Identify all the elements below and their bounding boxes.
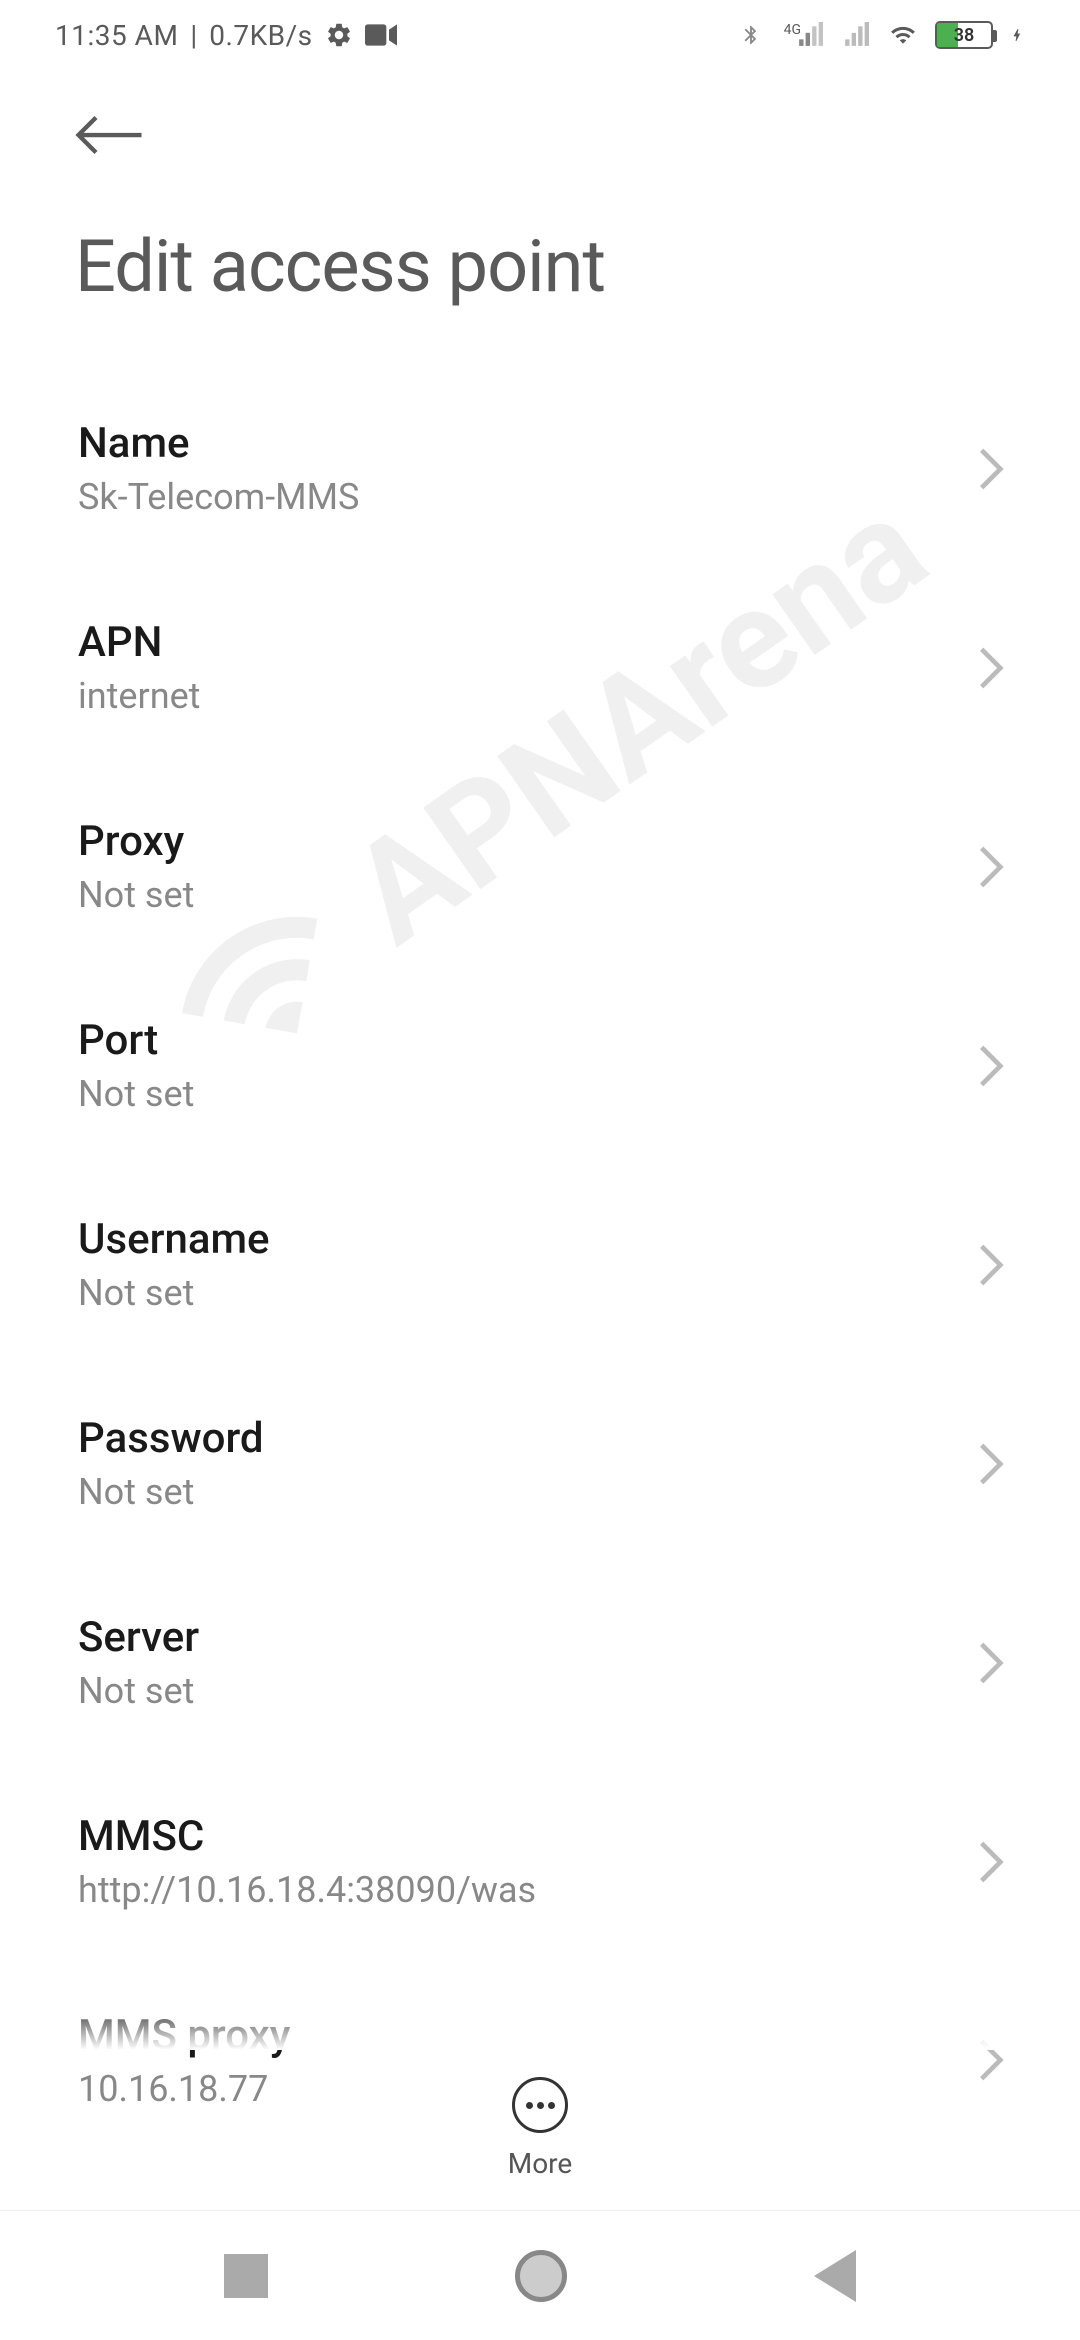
setting-label: Proxy [78, 817, 957, 866]
chevron-right-icon [977, 1440, 1005, 1488]
wifi-icon [887, 22, 919, 48]
settings-list[interactable]: Name Sk-Telecom-MMS APN internet Proxy N… [0, 369, 1080, 2108]
chevron-right-icon [977, 1042, 1005, 1090]
setting-value: internet [78, 675, 957, 717]
setting-label: Server [78, 1613, 957, 1662]
setting-item-apn[interactable]: APN internet [0, 568, 1080, 767]
chevron-right-icon [977, 843, 1005, 891]
battery-pct: 38 [937, 25, 991, 46]
scroll-fade [0, 2000, 1080, 2050]
camera-icon [365, 23, 397, 47]
navigation-bar [0, 2210, 1080, 2340]
status-right: 4G 38 [740, 21, 1025, 49]
chevron-right-icon [977, 1639, 1005, 1687]
signal-4g-group: 4G [778, 22, 825, 48]
battery-indicator: 38 [935, 21, 993, 49]
setting-value: Not set [78, 874, 957, 916]
setting-value: Not set [78, 1471, 957, 1513]
nav-recent-icon[interactable] [224, 2254, 268, 2298]
page-title: Edit access point [0, 194, 1080, 369]
setting-value: Not set [78, 1670, 957, 1712]
app-bar [0, 70, 1080, 194]
chevron-right-icon [977, 1241, 1005, 1289]
gear-icon [325, 21, 353, 49]
chevron-right-icon [977, 644, 1005, 692]
status-separator: | [190, 19, 197, 52]
setting-item-username[interactable]: Username Not set [0, 1165, 1080, 1364]
setting-item-proxy[interactable]: Proxy Not set [0, 767, 1080, 966]
setting-label: MMSC [78, 1812, 957, 1861]
setting-label: Name [78, 419, 957, 468]
setting-item-server[interactable]: Server Not set [0, 1563, 1080, 1762]
nav-home-icon[interactable] [515, 2250, 567, 2302]
setting-value: http://10.16.18.4:38090/was [78, 1869, 957, 1911]
setting-value: Not set [78, 1272, 957, 1314]
setting-label: APN [78, 618, 957, 667]
nav-back-icon[interactable] [814, 2250, 856, 2302]
setting-value: 10.16.18.77 [78, 2068, 957, 2108]
status-left: 11:35 AM | 0.7KB/s [55, 19, 397, 52]
chevron-right-icon [977, 445, 1005, 493]
setting-label: Password [78, 1414, 957, 1463]
setting-value: Not set [78, 1073, 957, 1115]
status-speed: 0.7KB/s [209, 19, 312, 52]
signal-icon-2 [841, 22, 871, 48]
signal-4g-label: 4G [784, 22, 801, 38]
chevron-right-icon [977, 1838, 1005, 1886]
status-bar: 11:35 AM | 0.7KB/s 4G 38 [0, 0, 1080, 70]
setting-value: Sk-Telecom-MMS [78, 476, 957, 518]
setting-label: Username [78, 1215, 957, 1264]
more-label: More [508, 2147, 573, 2180]
charging-bolt-icon [1009, 23, 1025, 47]
setting-item-port[interactable]: Port Not set [0, 966, 1080, 1165]
setting-label: Port [78, 1016, 957, 1065]
setting-item-password[interactable]: Password Not set [0, 1364, 1080, 1563]
setting-item-name[interactable]: Name Sk-Telecom-MMS [0, 369, 1080, 568]
setting-item-mmsc[interactable]: MMSC http://10.16.18.4:38090/was [0, 1762, 1080, 1961]
status-time: 11:35 AM [55, 19, 178, 52]
bluetooth-icon [740, 21, 762, 49]
back-icon[interactable] [75, 110, 145, 160]
